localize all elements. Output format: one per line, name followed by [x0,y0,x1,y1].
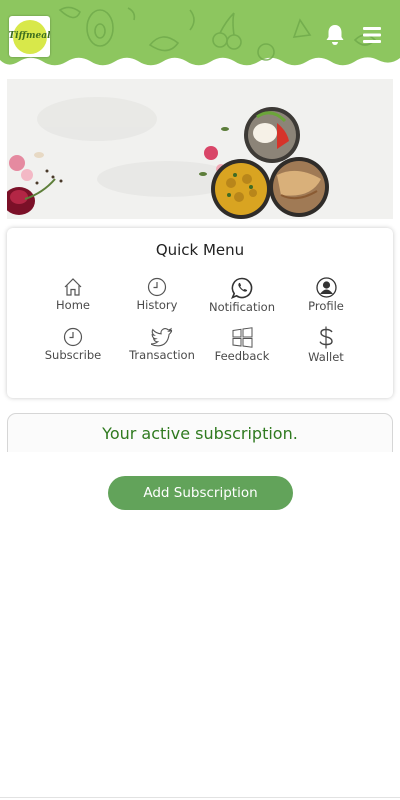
quick-menu-subscribe[interactable]: Subscribe [27,327,119,362]
active-subscription-text: Your active subscription. [102,424,298,443]
quick-menu-notification-label: Notification [209,300,275,314]
quick-menu-profile-label: Profile [308,299,344,313]
quick-menu-notification[interactable]: Notification [196,277,288,314]
food-banner [7,79,393,219]
app-header: Tiffmeal [0,0,400,76]
quick-menu-wallet-label: Wallet [308,350,344,364]
quick-menu-feedback-label: Feedback [214,349,270,363]
quick-menu-history-label: History [136,298,178,312]
quick-menu-title: Quick Menu [155,241,245,259]
clock-icon [147,277,167,297]
whatsapp-icon [231,277,253,299]
quick-menu-home[interactable]: Home [27,277,119,312]
bottom-divider [0,797,400,798]
hamburger-menu-icon[interactable] [363,27,381,47]
quick-menu-history[interactable]: History [111,277,203,312]
quick-menu-subscribe-label: Subscribe [44,348,102,362]
quick-menu-feedback[interactable]: Feedback [196,327,288,363]
clock-icon [63,327,83,347]
active-subscription-panel: Your active subscription. [7,413,393,452]
user-icon [315,277,337,298]
quick-menu-home-label: Home [56,298,90,312]
logo-text: Tiffmeal [9,31,50,41]
twitter-icon [151,327,173,347]
app-logo[interactable]: Tiffmeal [9,16,50,57]
quick-menu-transaction-label: Transaction [129,348,195,362]
add-subscription-button[interactable]: Add Subscription [108,476,293,510]
quick-menu-card: Quick Menu Home History Notification Pro… [7,228,393,398]
dollar-icon [319,326,333,349]
windows-icon [232,327,252,348]
home-icon [64,278,82,296]
bell-icon[interactable] [325,24,345,50]
quick-menu-wallet[interactable]: Wallet [280,326,372,364]
quick-menu-profile[interactable]: Profile [280,277,372,313]
quick-menu-transaction[interactable]: Transaction [116,327,208,362]
